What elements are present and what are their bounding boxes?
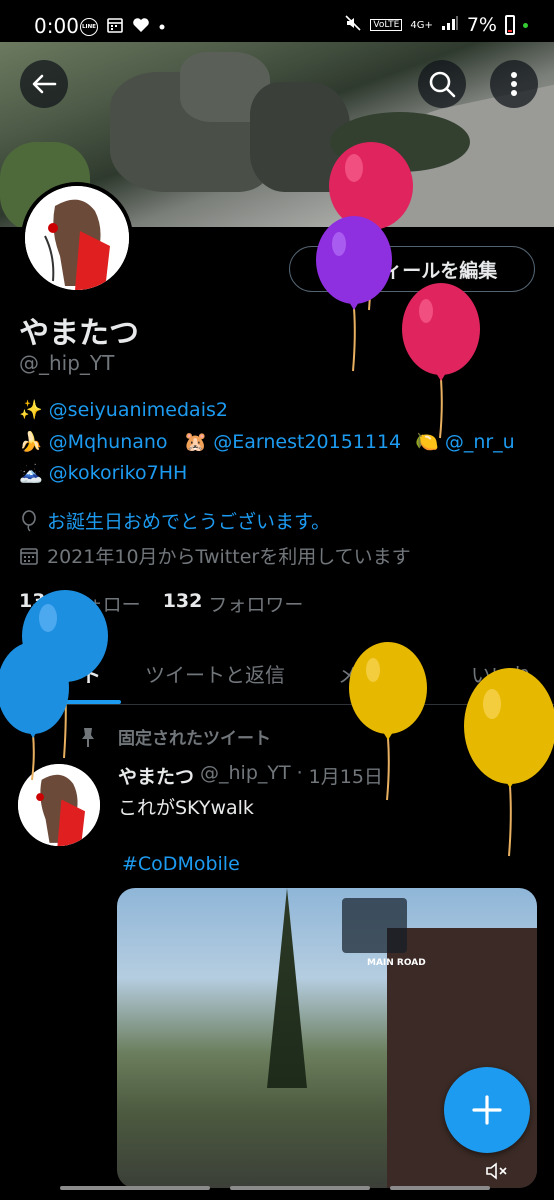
back-button[interactable] bbox=[20, 60, 68, 108]
signal-icon bbox=[441, 15, 459, 35]
bio-mention[interactable]: @Earnest20151114 bbox=[213, 431, 401, 453]
pinned-indicator: 固定されたツイート bbox=[78, 724, 271, 749]
bio-line-2: 🍌 @Mqhunano 🐹 @Earnest20151114 🍋 @_nr_u bbox=[19, 430, 515, 454]
network-icon: 4G+ bbox=[410, 19, 433, 31]
tweet-date[interactable]: 1月15日 bbox=[309, 762, 383, 789]
balloon-icon bbox=[22, 509, 36, 531]
arrow-left-icon bbox=[32, 74, 57, 94]
battery-icon bbox=[505, 15, 515, 35]
birthday-line: お誕生日おめでとうございます。 bbox=[19, 507, 330, 534]
tweet-separator: · bbox=[296, 762, 303, 784]
tab-tweets-and-replies[interactable]: ツイートと返信 bbox=[145, 659, 285, 688]
status-bar: 0:00 LINE VoLTE 4G+ 7% bbox=[0, 0, 554, 48]
bio-mention[interactable]: @_nr_u bbox=[445, 431, 515, 453]
speaker-muted-icon bbox=[486, 1162, 507, 1180]
privacy-indicator-icon bbox=[523, 22, 528, 28]
bio-mention[interactable]: @seiyuanimedais2 bbox=[49, 399, 228, 421]
bio-mention[interactable]: @kokoriko7HH bbox=[49, 462, 188, 484]
battery-percent: 7% bbox=[466, 14, 497, 36]
edit-profile-button[interactable]: プロフィールを編集 bbox=[289, 246, 535, 292]
tweet-author-handle[interactable]: @_hip_YT bbox=[200, 762, 291, 789]
calendar-icon bbox=[20, 547, 38, 565]
search-icon bbox=[429, 71, 456, 98]
banana-emoji-icon: 🍌 bbox=[19, 431, 43, 453]
lemon-emoji-icon: 🍋 bbox=[415, 431, 439, 453]
followers-label[interactable]: フォロワー bbox=[208, 590, 303, 617]
tab-tweets[interactable]: ツイート bbox=[21, 659, 101, 688]
heart-icon bbox=[132, 16, 150, 38]
compose-tweet-button[interactable] bbox=[444, 1067, 530, 1153]
avatar-image bbox=[25, 186, 129, 290]
more-vertical-icon bbox=[511, 72, 517, 96]
video-tree bbox=[267, 888, 307, 1088]
tweet-header: やまたつ @_hip_YT · 1月15日 bbox=[118, 762, 383, 789]
active-tab-indicator bbox=[19, 700, 121, 704]
birthday-text[interactable]: お誕生日おめでとうございます。 bbox=[47, 507, 330, 534]
more-button[interactable] bbox=[490, 60, 538, 108]
hamster-emoji-icon: 🐹 bbox=[183, 431, 208, 453]
dot-icon bbox=[158, 19, 166, 35]
bio-line-3: 🗻 @kokoriko7HH bbox=[19, 461, 188, 485]
mute-icon bbox=[344, 14, 362, 36]
tweet-text: これがSKYwalk bbox=[118, 797, 254, 819]
sparkles-emoji-icon: ✨ bbox=[19, 399, 43, 421]
nav-gesture-bar[interactable] bbox=[60, 1186, 210, 1190]
tab-likes[interactable]: いいね bbox=[471, 659, 531, 688]
line-app-icon: LINE bbox=[80, 18, 98, 36]
profile-handle: @_hip_YT bbox=[19, 351, 115, 375]
search-button[interactable] bbox=[418, 60, 466, 108]
calendar-icon bbox=[106, 16, 124, 38]
joined-line: 2021年10月からTwitterを利用しています bbox=[19, 542, 411, 569]
volte-icon: VoLTE bbox=[370, 19, 403, 31]
following-label[interactable]: フォロー bbox=[65, 590, 141, 617]
video-location-label: MAIN ROAD bbox=[367, 958, 426, 968]
balloon-purple-decoration bbox=[316, 216, 392, 372]
status-time: 0:00 bbox=[34, 14, 79, 38]
nav-gesture-bar[interactable] bbox=[230, 1186, 370, 1190]
video-minimap bbox=[342, 898, 407, 953]
plus-icon bbox=[472, 1095, 502, 1125]
joined-text: 2021年10月からTwitterを利用しています bbox=[47, 546, 411, 568]
profile-avatar[interactable] bbox=[21, 182, 133, 294]
video-mute-button[interactable] bbox=[479, 1156, 515, 1186]
mount-fuji-emoji-icon: 🗻 bbox=[19, 462, 43, 484]
status-notification-icons: LINE bbox=[80, 16, 166, 38]
balloon-red-decoration bbox=[402, 283, 480, 439]
status-system-icons: VoLTE 4G+ 7% bbox=[344, 14, 528, 36]
bio-mention[interactable]: @Mqhunano bbox=[49, 431, 168, 453]
profile-tabs: ツイート ツイートと返信 メディア いいね bbox=[0, 645, 554, 705]
follow-counts: 138 フォロー 132 フォロワー bbox=[19, 590, 303, 617]
followers-count[interactable]: 132 bbox=[163, 590, 203, 617]
tweet-author-avatar[interactable] bbox=[18, 764, 100, 846]
profile-name: やまたつ bbox=[19, 316, 139, 351]
following-count[interactable]: 138 bbox=[19, 590, 59, 617]
nav-gesture-bar[interactable] bbox=[390, 1186, 490, 1190]
pinned-label: 固定されたツイート bbox=[118, 729, 271, 749]
banner-water bbox=[330, 112, 470, 172]
tweet-hashtag[interactable]: #CoDMobile bbox=[122, 853, 240, 875]
tab-media[interactable]: メディア bbox=[338, 659, 417, 688]
bio-line-1: ✨ @seiyuanimedais2 bbox=[19, 398, 228, 422]
pin-icon bbox=[82, 727, 94, 747]
tweet-author-name[interactable]: やまたつ bbox=[118, 762, 194, 789]
